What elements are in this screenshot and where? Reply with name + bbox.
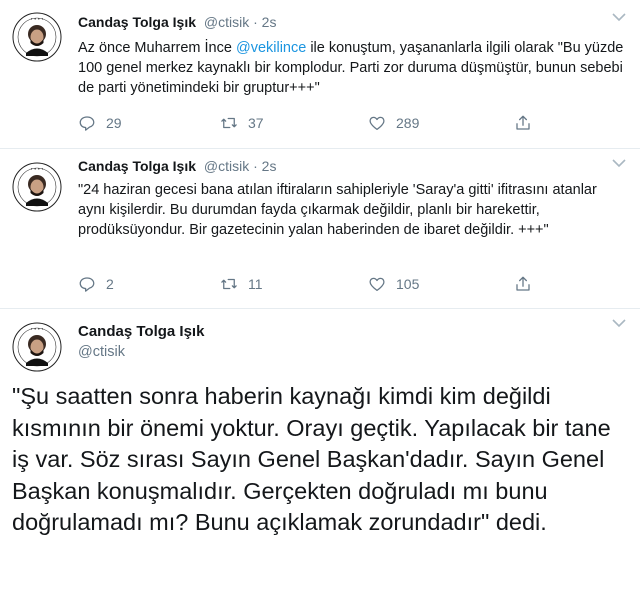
svg-text:• • • •: • • • •	[30, 327, 43, 332]
timestamp[interactable]: 2s	[262, 14, 277, 30]
author-name[interactable]: Candaş Tolga Işık	[78, 322, 204, 342]
like-count: 105	[396, 276, 420, 292]
avatar-icon: • • • •	[12, 162, 62, 212]
tweet-header: Candaş Tolga Işık @ctisik · 2s	[78, 14, 276, 30]
retweet-button[interactable]: 11	[220, 274, 263, 294]
reply-button[interactable]: 2	[78, 274, 114, 294]
heart-icon	[369, 116, 385, 131]
chevron-down-icon[interactable]	[612, 158, 626, 168]
reply-icon	[79, 116, 95, 131]
tweet[interactable]: • • • • Candaş Tolga Işık @ctisik · 2s "…	[0, 148, 640, 309]
chevron-down-icon[interactable]	[612, 318, 626, 328]
svg-text:• • • •: • • • •	[30, 17, 43, 22]
like-count: 289	[396, 115, 420, 131]
heart-icon	[369, 277, 385, 292]
svg-text:• • • •: • • • •	[30, 167, 43, 172]
reply-icon	[79, 277, 95, 292]
tweet-text: "Şu saatten sonra haberin kaynağı kimdi …	[12, 383, 611, 535]
timestamp[interactable]: 2s	[262, 158, 277, 174]
tweet[interactable]: • • • • Candaş Tolga Işık @ctisik · 2s A…	[0, 0, 640, 149]
retweet-icon	[221, 278, 237, 290]
reply-count: 29	[106, 115, 122, 131]
avatar[interactable]: • • • •	[12, 162, 62, 212]
author-handle[interactable]: @ctisik	[204, 158, 249, 174]
like-button[interactable]: 105	[368, 274, 419, 294]
reply-count: 2	[106, 276, 114, 292]
avatar[interactable]: • • • •	[12, 322, 62, 372]
author-name[interactable]: Candaş Tolga Işık	[78, 158, 196, 174]
tweet-actions: 29 37 289	[78, 113, 548, 133]
retweet-count: 37	[248, 115, 264, 131]
avatar[interactable]: • • • •	[12, 12, 62, 62]
tweet-text: "24 haziran gecesi bana atılan iftiralar…	[78, 182, 597, 238]
retweet-button[interactable]: 37	[220, 113, 264, 133]
reply-button[interactable]: 29	[78, 113, 122, 133]
chevron-down-icon[interactable]	[612, 12, 626, 22]
author-handle[interactable]: @ctisik	[204, 14, 249, 30]
retweet-count: 11	[248, 276, 263, 292]
tweet-actions: 2 11 105	[78, 274, 548, 294]
retweet-icon	[221, 117, 237, 129]
separator-dot: ·	[253, 158, 258, 174]
author-name[interactable]: Candaş Tolga Işık	[78, 14, 196, 30]
separator-dot: ·	[253, 14, 258, 30]
share-button[interactable]	[514, 274, 542, 294]
author-handle[interactable]: @ctisik	[78, 342, 204, 362]
share-button[interactable]	[514, 113, 542, 133]
tweet-text-part: Az önce Muharrem İnce	[78, 40, 236, 56]
avatar-icon: • • • •	[12, 12, 62, 62]
tweet-header: Candaş Tolga Işık @ctisik · 2s	[78, 158, 276, 174]
tweet-expanded[interactable]: • • • • Candaş Tolga Işık @ctisik "Şu sa…	[0, 308, 640, 591]
like-button[interactable]: 289	[368, 113, 419, 133]
avatar-icon: • • • •	[12, 322, 62, 372]
tweet-header: Candaş Tolga Işık @ctisik	[78, 322, 204, 362]
mention-link[interactable]: @vekilince	[236, 40, 306, 56]
tweet-text: Az önce Muharrem İnce @vekilince ile kon…	[78, 38, 628, 98]
share-icon	[516, 115, 530, 130]
share-icon	[516, 276, 530, 291]
